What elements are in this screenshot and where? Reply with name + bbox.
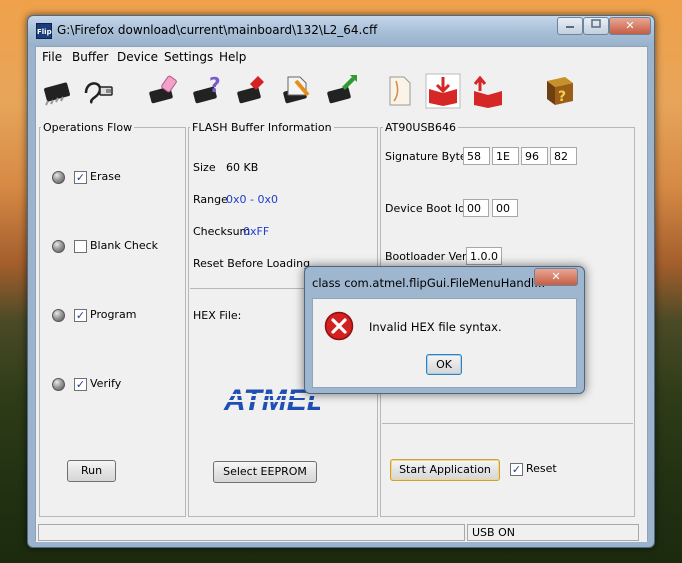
load-hex-icon[interactable] (280, 73, 316, 109)
open-document-icon[interactable] (382, 73, 418, 109)
reset-label: Reset (526, 462, 557, 475)
toolbar: ? ? (36, 68, 647, 118)
signature-byte-4: 82 (550, 147, 577, 165)
menu-device[interactable]: Device (117, 50, 158, 64)
signature-byte-1: 58 (463, 147, 490, 165)
menu-settings[interactable]: Settings (164, 50, 213, 64)
read-book-icon[interactable] (425, 73, 461, 109)
signature-bytes-label: Signature Bytes (385, 150, 473, 163)
select-device-icon[interactable] (39, 73, 75, 109)
dialog-message: Invalid HEX file syntax. (369, 320, 502, 334)
blank-check-status-led (52, 240, 65, 253)
maximize-button[interactable] (583, 17, 609, 35)
menu-file[interactable]: File (42, 50, 62, 64)
ok-button[interactable]: OK (426, 354, 462, 375)
program-status-led (52, 309, 65, 322)
close-button[interactable]: ✕ (609, 17, 651, 35)
verify-checkbox[interactable]: ✓ (74, 378, 87, 391)
reset-checkbox[interactable]: ✓ (510, 463, 523, 476)
operations-flow-panel (39, 127, 186, 517)
status-bar: USB ON (36, 521, 647, 542)
reset-before-loading-label: Reset Before Loading (193, 257, 311, 270)
verify-label: Verify (90, 377, 122, 390)
menu-bar: File Buffer Device Settings Help (36, 47, 647, 67)
erase-icon[interactable] (146, 73, 182, 109)
range-label: Range (193, 193, 228, 206)
blank-check-label: Blank Check (90, 239, 159, 252)
range-value: 0x0 - 0x0 (226, 193, 278, 206)
error-dialog: class com.atmel.flipGui.FileMenuHandl...… (304, 266, 585, 394)
device-label: AT90USB646 (383, 121, 458, 134)
dialog-body: Invalid HEX file syntax. OK (312, 298, 577, 388)
svg-text:?: ? (209, 73, 221, 97)
signature-byte-3: 96 (521, 147, 548, 165)
dialog-title: class com.atmel.flipGui.FileMenuHandl... (312, 276, 546, 290)
status-message (38, 524, 465, 541)
load-book-icon[interactable] (470, 73, 506, 109)
window-title: G:\Firefox download\current\mainboard\13… (57, 23, 378, 37)
minimize-button[interactable] (557, 17, 583, 35)
verify-icon[interactable] (324, 73, 360, 109)
start-application-button[interactable]: Start Application (390, 459, 500, 481)
boot-id-1: 00 (463, 199, 489, 217)
bootloader-version-label: Bootloader Ver. (385, 250, 470, 263)
signature-byte-2: 1E (492, 147, 519, 165)
checksum-value: 0xFF (243, 225, 270, 238)
erase-label: Erase (90, 170, 121, 183)
error-icon (324, 311, 354, 341)
maximize-icon (591, 19, 601, 28)
select-eeprom-button[interactable]: Select EEPROM (213, 461, 317, 483)
minimize-icon (566, 26, 574, 28)
erase-status-led (52, 171, 65, 184)
program-label: Program (90, 308, 137, 321)
communication-usb-icon[interactable] (80, 73, 116, 109)
help-book-icon[interactable]: ? (541, 73, 577, 109)
bootloader-version-value: 1.0.0 (466, 247, 502, 265)
checksum-label: Checksum (193, 225, 251, 238)
menu-buffer[interactable]: Buffer (72, 50, 108, 64)
operations-flow-label: Operations Flow (41, 121, 135, 134)
erase-checkbox[interactable]: ✓ (74, 171, 87, 184)
size-label: Size (193, 161, 216, 174)
blank-check-checkbox[interactable] (74, 240, 87, 253)
device-separator (382, 423, 633, 424)
boot-id-2: 00 (492, 199, 518, 217)
flash-buffer-label: FLASH Buffer Information (190, 121, 334, 134)
menu-help[interactable]: Help (219, 50, 246, 64)
size-value: 60 KB (226, 161, 259, 174)
close-icon: ✕ (625, 19, 635, 32)
verify-status-led (52, 378, 65, 391)
close-icon: ✕ (551, 270, 561, 283)
run-button[interactable]: Run (67, 460, 116, 482)
usb-status: USB ON (467, 524, 639, 541)
blank-check-icon[interactable]: ? (190, 73, 226, 109)
hex-file-label: HEX File: (193, 309, 242, 322)
device-boot-ids-label: Device Boot Ids (385, 202, 471, 215)
flip-app-icon: Flip (36, 23, 52, 39)
dialog-close-button[interactable]: ✕ (534, 268, 578, 286)
program-checkbox[interactable]: ✓ (74, 309, 87, 322)
program-icon[interactable] (234, 73, 270, 109)
title-bar[interactable]: Flip G:\Firefox download\current\mainboa… (28, 16, 654, 46)
svg-text:?: ? (558, 89, 566, 105)
